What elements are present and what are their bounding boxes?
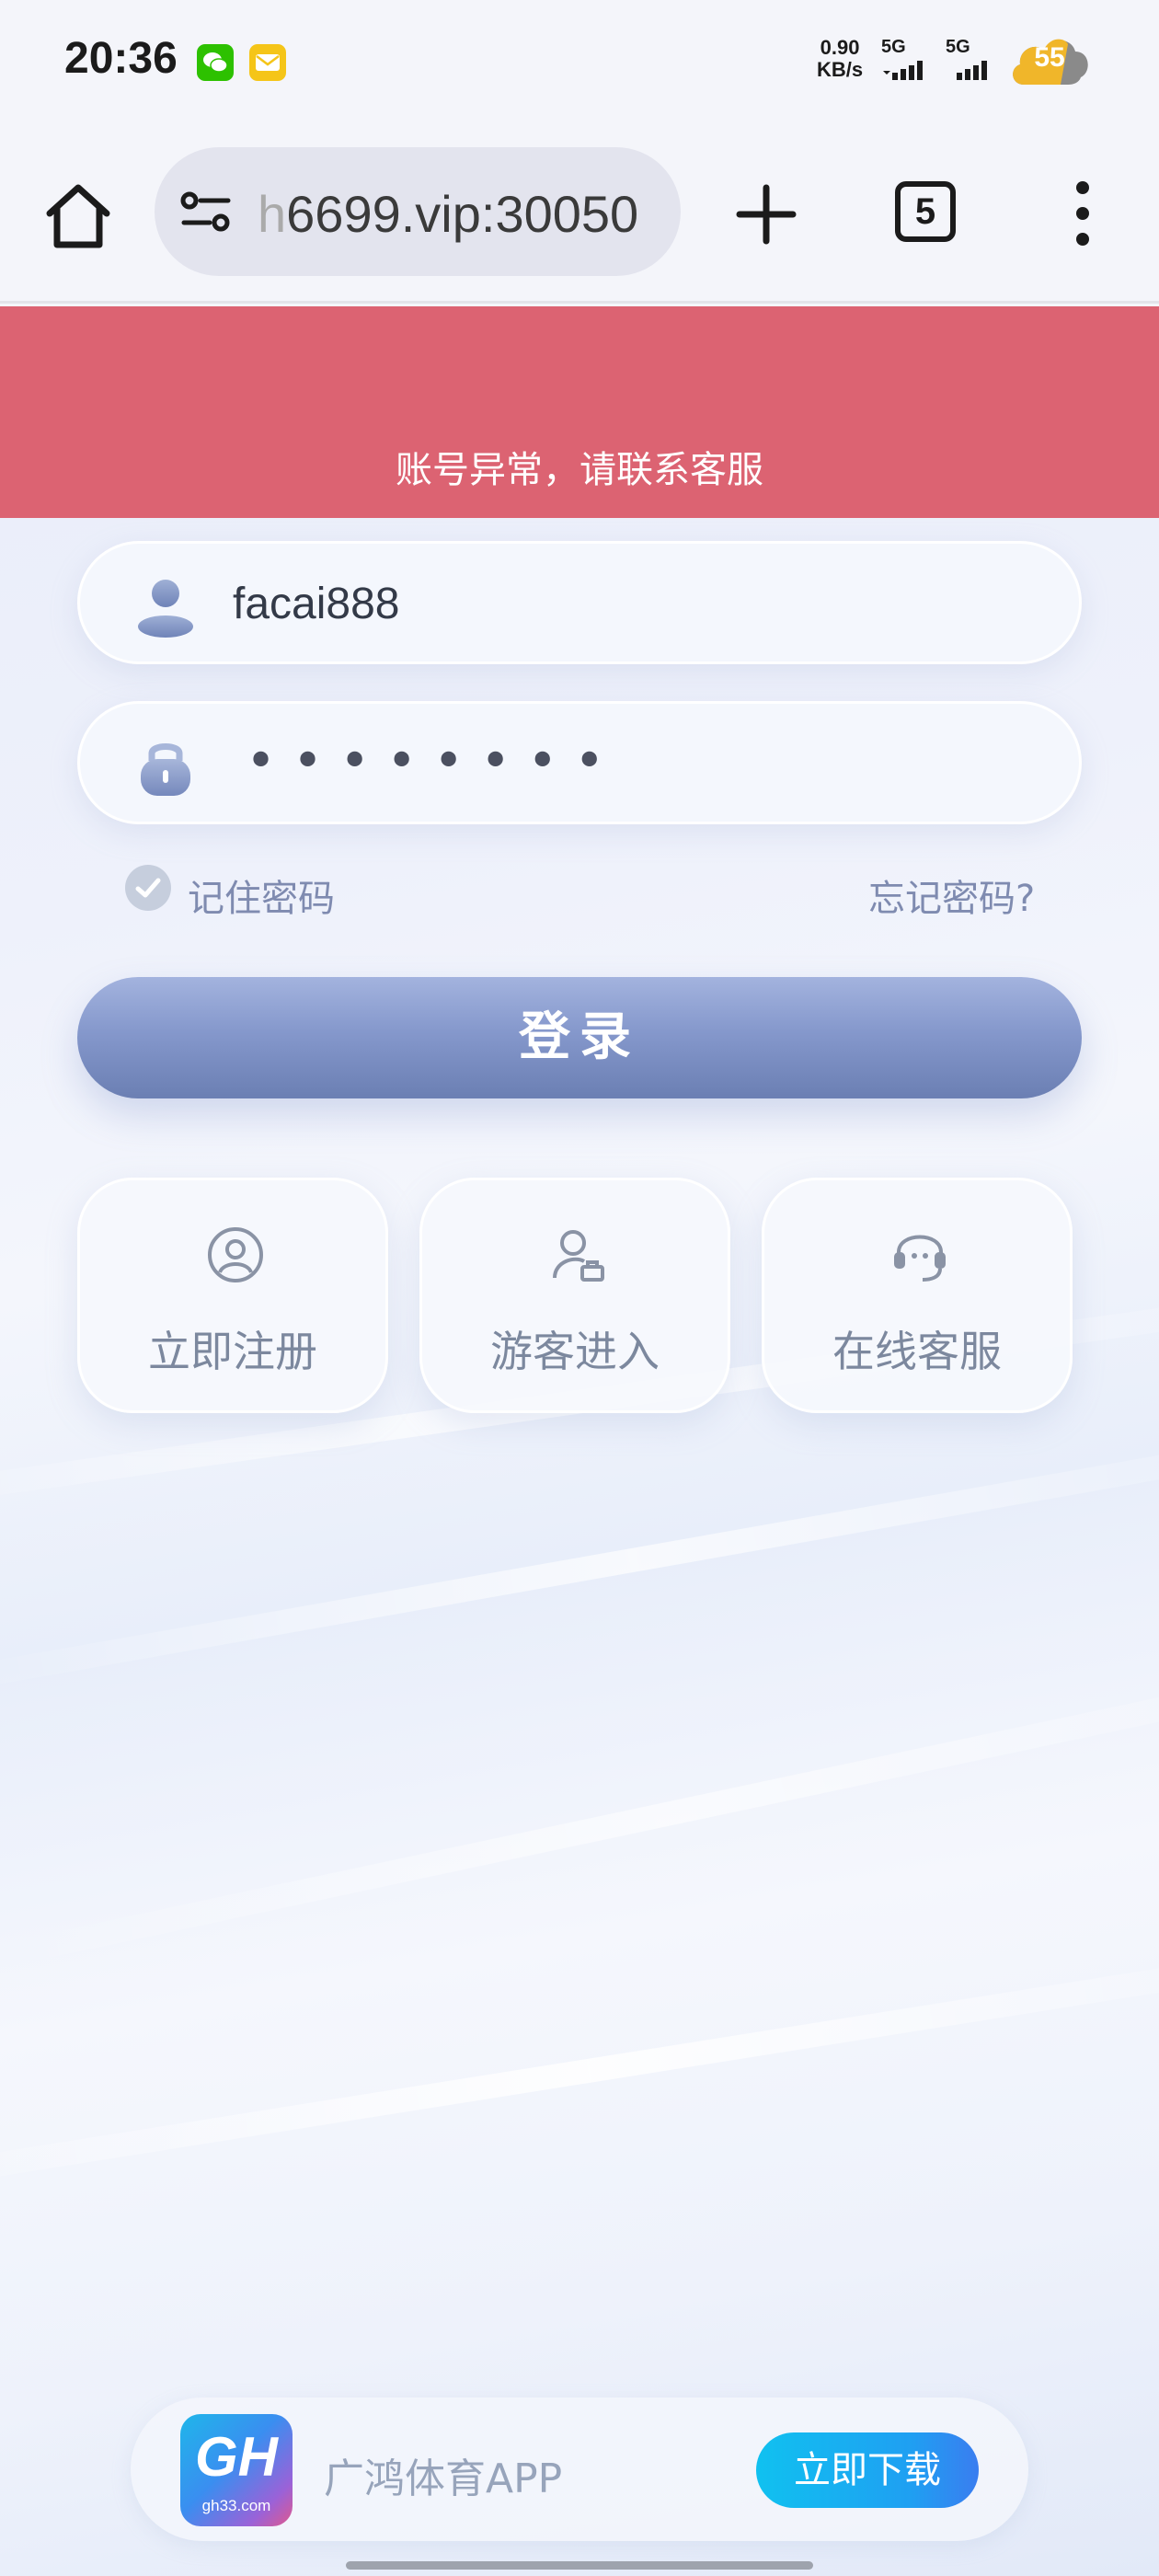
register-label: 立即注册: [148, 1327, 317, 1376]
guest-user-icon: [553, 1230, 604, 1282]
error-message: 账号异常，请联系客服: [396, 449, 763, 491]
app-logo-subtext: gh33.com: [201, 2497, 271, 2514]
headset-icon: [894, 1235, 946, 1282]
app-download-banner: GH gh33.com 广鸿体育APP 立即下载: [131, 2398, 1028, 2541]
username-value: facai888: [233, 580, 400, 628]
lock-icon: [141, 743, 190, 796]
online-support-button[interactable]: 在线客服: [762, 1178, 1073, 1413]
check-icon: [125, 865, 171, 911]
app-logo: GH gh33.com: [180, 2414, 293, 2526]
network-speed-value: 0.90: [820, 36, 860, 59]
signal-strength-1: 5G: [881, 37, 933, 86]
address-bar[interactable]: h6699.vip:30050: [155, 147, 681, 276]
password-field[interactable]: ••••••••: [77, 701, 1082, 824]
background-streak: [0, 1657, 1159, 1968]
download-button[interactable]: 立即下载: [756, 2432, 979, 2508]
guest-entry-button[interactable]: 游客进入: [419, 1178, 730, 1413]
url-faded-prefix: h: [258, 185, 287, 243]
kebab-menu-icon: [1076, 181, 1089, 246]
home-icon: [46, 184, 110, 248]
remember-password-label: 记住密码: [188, 878, 335, 920]
url-text: h6699.vip:30050: [258, 184, 662, 244]
app-logo-text: GH: [195, 2426, 278, 2488]
signal-2-label: 5G: [946, 37, 970, 57]
status-bar: 20:36 0.90 KB/s 5G 5G 55: [0, 0, 1159, 129]
register-button[interactable]: 立即注册: [77, 1178, 388, 1413]
browser-toolbar: h6699.vip:30050 5: [0, 129, 1159, 304]
background-streak: [0, 1943, 1159, 2198]
user-icon: [138, 580, 193, 638]
status-time: 20:36: [64, 34, 178, 83]
site-settings-icon: [180, 191, 231, 232]
signal-strength-2: 5G: [946, 37, 997, 86]
more-menu-button[interactable]: [1067, 175, 1098, 252]
network-speed: 0.90 KB/s: [817, 37, 863, 81]
user-circle-icon: [208, 1227, 263, 1282]
login-button[interactable]: 登录: [77, 977, 1082, 1098]
guest-entry-label: 游客进入: [490, 1327, 660, 1376]
url-host: 6699.vip:30050: [286, 185, 639, 243]
gesture-nav-handle[interactable]: [346, 2561, 813, 2570]
mail-icon: [249, 44, 286, 81]
wechat-icon: [197, 44, 234, 81]
new-tab-button[interactable]: [729, 177, 804, 252]
network-speed-unit: KB/s: [817, 58, 864, 81]
signal-1-label: 5G: [881, 37, 906, 57]
signal-bars-icon: [957, 61, 987, 80]
battery-indicator: 55: [1007, 31, 1092, 88]
home-button[interactable]: [37, 175, 120, 258]
password-mask: ••••••••: [246, 731, 622, 791]
online-support-label: 在线客服: [832, 1327, 1002, 1376]
signal-bars-icon: [883, 61, 923, 80]
app-name: 广鸿体育APP: [324, 2455, 563, 2502]
username-field[interactable]: facai888: [77, 541, 1082, 664]
tab-switcher-button[interactable]: 5: [895, 181, 956, 242]
forgot-password-link[interactable]: 忘记密码?: [868, 868, 1035, 922]
battery-level: 55: [1034, 42, 1065, 73]
plus-icon: [736, 184, 797, 245]
error-banner: 账号异常，请联系客服: [0, 306, 1159, 518]
